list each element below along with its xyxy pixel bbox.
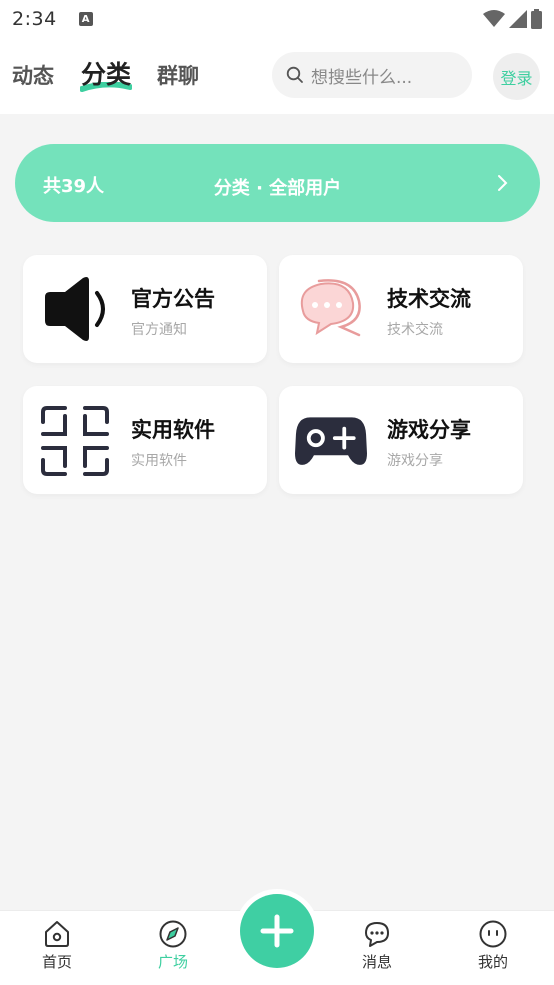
wifi-icon [483, 10, 505, 27]
face-icon [479, 920, 507, 948]
nav-square-label: 广场 [157, 953, 188, 971]
category-subtitle: 游戏分享 [387, 453, 443, 469]
create-post-button[interactable] [240, 894, 314, 968]
category-title: 实用软件 [131, 418, 215, 442]
category-subtitle: 官方通知 [131, 322, 187, 338]
message-icon [365, 922, 389, 947]
category-card-software[interactable]: 实用软件 实用软件 [23, 386, 267, 494]
home-icon [45, 921, 69, 947]
search-icon [286, 66, 303, 83]
nav-mine[interactable]: 我的 [463, 919, 523, 972]
battery-icon [531, 9, 542, 29]
nav-home[interactable]: 首页 [27, 919, 87, 972]
scan-frame-icon [41, 406, 109, 476]
login-button[interactable]: 登录 [493, 53, 540, 100]
status-indicators [483, 9, 542, 29]
category-title: 游戏分享 [387, 418, 471, 442]
all-users-banner[interactable]: 共39人 分类 · 全部用户 [15, 144, 540, 222]
chat-bubbles-icon [300, 279, 361, 337]
search-box[interactable]: 想搜些什么... [272, 52, 472, 98]
nav-messages[interactable]: 消息 [347, 919, 407, 972]
app-root: 2:34 A 动态 分类 群聊 想搜些什么... 登录 共39人 分类 · 全部… [0, 0, 554, 985]
nav-mine-label: 我的 [477, 953, 508, 971]
nav-messages-label: 消息 [361, 953, 392, 971]
search-placeholder: 想搜些什么... [311, 67, 413, 88]
category-card-tech[interactable]: 技术交流 技术交流 [279, 255, 523, 363]
category-subtitle: 技术交流 [387, 322, 443, 338]
status-bar: 2:34 A [0, 0, 554, 38]
category-title: 技术交流 [387, 287, 471, 311]
nav-home-label: 首页 [41, 953, 72, 971]
nav-square[interactable]: 广场 [143, 919, 203, 972]
category-title: 官方公告 [131, 287, 215, 311]
tab-dynamic[interactable]: 动态 [12, 60, 54, 90]
category-subtitle: 实用软件 [131, 453, 187, 469]
banner-title: 分类 · 全部用户 [213, 178, 342, 199]
signal-icon [509, 10, 527, 28]
category-card-announcements[interactable]: 官方公告 官方通知 [23, 255, 267, 363]
tab-category[interactable]: 分类 [81, 55, 131, 91]
chevron-right-icon [498, 175, 508, 191]
category-card-games[interactable]: 游戏分享 游戏分享 [279, 386, 523, 494]
notification-icon: A [78, 12, 93, 26]
plus-icon [260, 914, 294, 948]
megaphone-icon [45, 277, 105, 341]
tab-group-chat[interactable]: 群聊 [157, 60, 199, 90]
status-time: 2:34 [12, 8, 57, 30]
top-header: 动态 分类 群聊 想搜些什么... 登录 [0, 38, 554, 114]
compass-icon [159, 920, 187, 948]
gamepad-icon [295, 417, 367, 465]
